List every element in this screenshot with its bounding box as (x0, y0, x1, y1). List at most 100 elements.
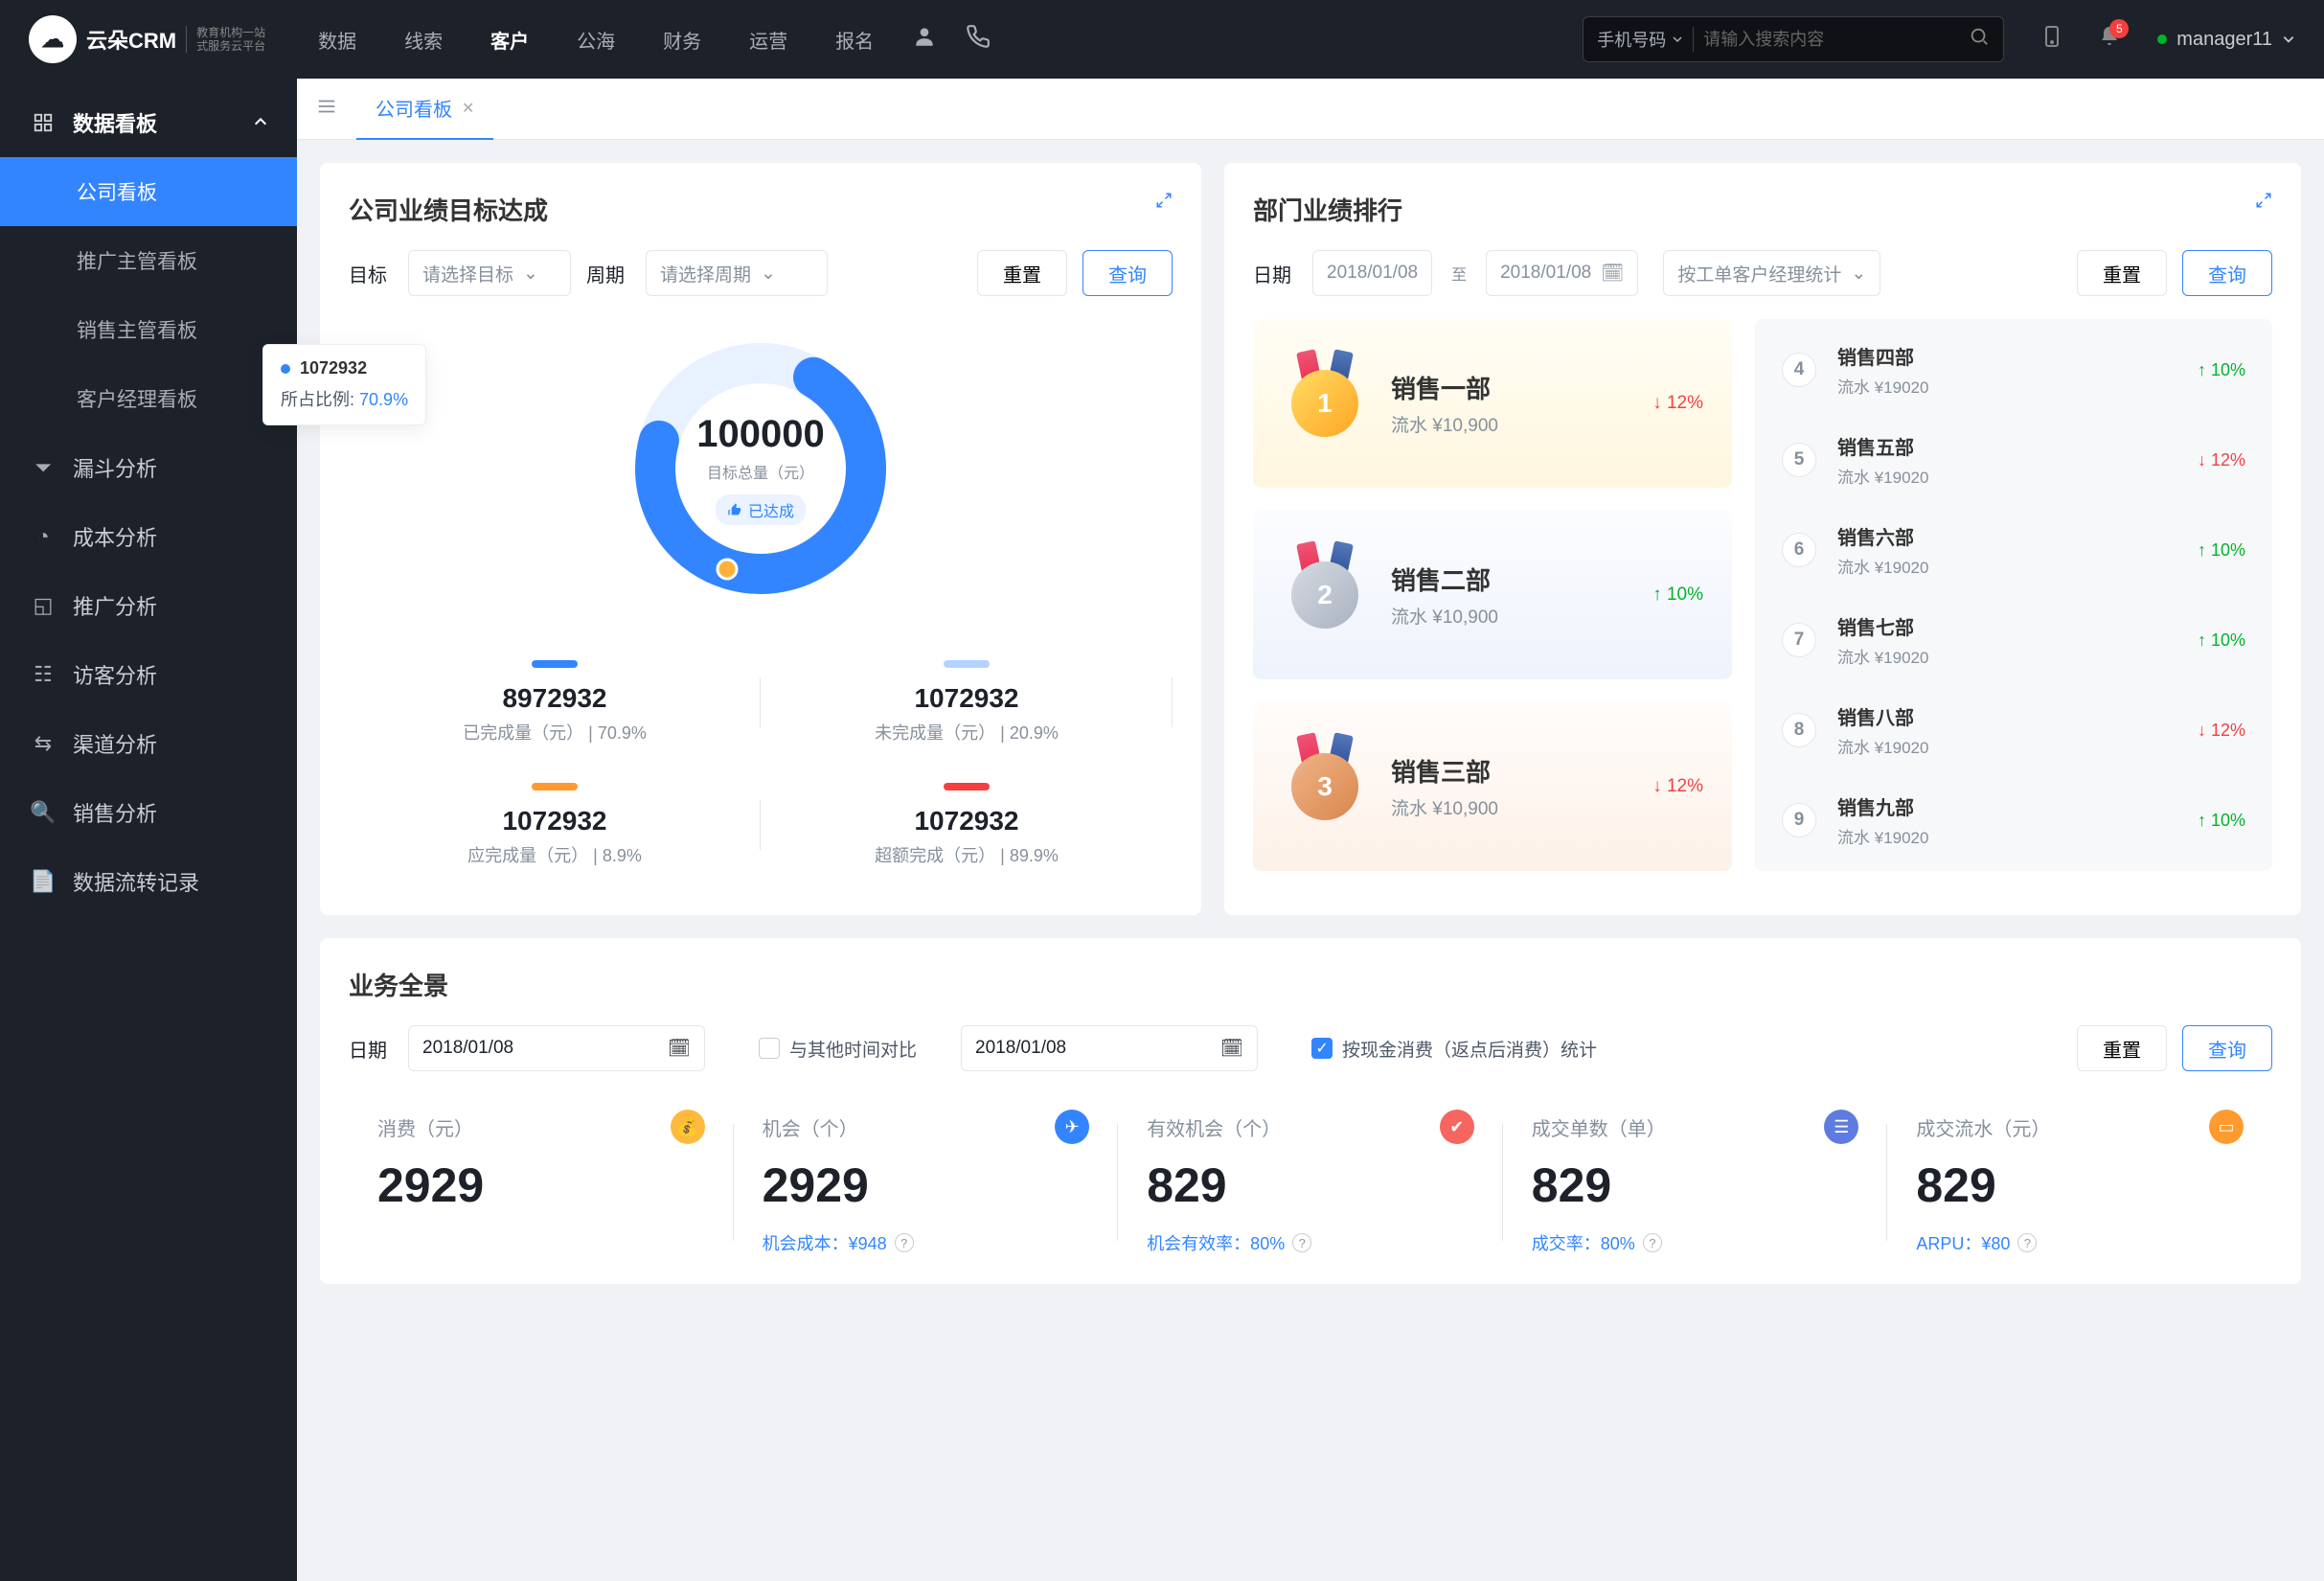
kpi-icon: ✈ (1055, 1110, 1089, 1144)
phone-icon[interactable] (966, 24, 991, 56)
trend-indicator: ↑ 10% (2198, 540, 2245, 561)
card-title: 公司业绩目标达成 (349, 192, 1173, 227)
kpi-item: 成交流水（元）▭829ARPU：¥80 ? (1887, 1110, 2272, 1255)
nav-客户[interactable]: 客户 (490, 0, 529, 79)
sidebar-item-推广主管看板[interactable]: 推广主管看板 (0, 226, 297, 295)
help-icon[interactable]: ? (895, 1233, 914, 1252)
medal-icon: 3 (1282, 744, 1368, 830)
rank-card-1[interactable]: 1销售一部流水 ¥10,900↓ 12% (1253, 319, 1732, 488)
label-target: 目标 (349, 260, 387, 287)
trend-indicator: ↓ 12% (1652, 776, 1703, 797)
expand-icon[interactable] (1155, 192, 1173, 214)
sidebar-item-漏斗分析[interactable]: ⏷漏斗分析 (0, 433, 297, 502)
rank-row[interactable]: 8销售八部流水 ¥19020↓ 12% (1755, 685, 2272, 775)
trend-indicator: ↑ 10% (1652, 584, 1703, 606)
sidebar-item-渠道分析[interactable]: ⇆渠道分析 (0, 709, 297, 778)
query-button[interactable]: 查询 (2182, 250, 2272, 296)
dashboard-icon (29, 112, 57, 133)
search-icon[interactable] (1969, 26, 1990, 53)
kpi-item: 机会（个）✈2929机会成本：¥948 ? (734, 1110, 1119, 1255)
sidebar-item-销售主管看板[interactable]: 销售主管看板 (0, 295, 297, 364)
period-select[interactable]: 请选择周期⌄ (646, 250, 828, 296)
calendar-icon: 🗓 (668, 1037, 691, 1060)
trend-indicator: ↑ 10% (2198, 811, 2245, 831)
sidebar-item-公司看板[interactable]: 公司看板 (0, 157, 297, 226)
mobile-icon[interactable] (2040, 25, 2063, 55)
trend-indicator: ↓ 12% (2198, 450, 2245, 470)
cash-checkbox[interactable]: ✓ (1311, 1038, 1333, 1059)
sidebar-item-成本分析[interactable]: ◔成本分析 (0, 502, 297, 571)
stat-item: 8972932已完成量（元） | 70.9% (349, 641, 761, 764)
compare-checkbox[interactable] (759, 1038, 780, 1059)
sidebar-icon: ⏷ (29, 455, 57, 480)
nav-运营[interactable]: 运营 (749, 0, 787, 79)
sidebar-group-dashboards[interactable]: 数据看板 (0, 88, 297, 157)
card-business-overview: 业务全景 日期 2018/01/08🗓 与其他时间对比 2018/01/08🗓 … (320, 938, 2301, 1284)
stat-item: 1072932应完成量（元） | 8.9% (349, 764, 761, 886)
rank-row[interactable]: 4销售四部流水 ¥19020↑ 10% (1755, 325, 2272, 415)
bell-icon[interactable]: 5 (2098, 25, 2121, 55)
nav-公海[interactable]: 公海 (577, 0, 615, 79)
kpi-item: 消费（元）💰2929 (349, 1110, 734, 1255)
date-to[interactable]: 2018/01/08🗓 (1486, 250, 1638, 296)
trend-indicator: ↓ 12% (2198, 721, 2245, 741)
sidebar-item-推广分析[interactable]: ◱推广分析 (0, 571, 297, 640)
sidebar-icon: 🔍 (29, 800, 57, 825)
card-dept-ranking: 部门业绩排行 日期 2018/01/08 至 2018/01/08🗓 按工单客户… (1224, 163, 2301, 915)
content-area: 公司看板 ✕ 公司业绩目标达成 目标 请选择目标⌄ 周期 请选择 (297, 79, 2324, 1581)
search-type-select[interactable]: 手机号码 (1597, 27, 1694, 52)
card-title: 业务全景 (349, 967, 2272, 1002)
status-dot (2157, 34, 2167, 44)
rank-row[interactable]: 6销售六部流水 ¥19020↑ 10% (1755, 505, 2272, 595)
rank-row[interactable]: 7销售七部流水 ¥19020↑ 10% (1755, 595, 2272, 685)
close-icon[interactable]: ✕ (462, 99, 474, 118)
rank-row[interactable]: 9销售九部流水 ¥19020↑ 10% (1755, 775, 2272, 865)
user-name: manager11 (2176, 29, 2272, 51)
logo[interactable]: ☁ 云朵CRM 教育机构一站式服务云平台 (29, 15, 265, 63)
nav-数据[interactable]: 数据 (318, 0, 356, 79)
sidebar-icon: 📄 (29, 869, 57, 894)
query-button[interactable]: 查询 (2182, 1025, 2272, 1071)
rank-row[interactable]: 5销售五部流水 ¥19020↓ 12% (1755, 415, 2272, 505)
tabs-bar: 公司看板 ✕ (297, 79, 2324, 140)
user-icon[interactable] (912, 24, 937, 56)
sidebar-item-访客分析[interactable]: ☷访客分析 (0, 640, 297, 709)
label-date: 日期 (349, 1035, 387, 1063)
card-company-goals: 公司业绩目标达成 目标 请选择目标⌄ 周期 请选择周期⌄ 重置 查询 (320, 163, 1201, 915)
date-input-compare[interactable]: 2018/01/08🗓 (961, 1025, 1258, 1071)
rank-card-3[interactable]: 3销售三部流水 ¥10,900↓ 12% (1253, 702, 1732, 871)
reset-button[interactable]: 重置 (2077, 250, 2167, 296)
user-menu[interactable]: manager11 (2157, 29, 2295, 51)
label-period: 周期 (586, 260, 625, 287)
query-button[interactable]: 查询 (1082, 250, 1173, 296)
brand-name: 云朵CRM (86, 24, 176, 55)
date-input[interactable]: 2018/01/08🗓 (408, 1025, 705, 1071)
chart-tooltip: 1072932 所占比例: 70.9% (262, 344, 426, 425)
sidebar-item-数据流转记录[interactable]: 📄数据流转记录 (0, 847, 297, 916)
tab-company-board[interactable]: 公司看板 ✕ (356, 79, 493, 140)
stat-by-select[interactable]: 按工单客户经理统计⌄ (1663, 250, 1880, 296)
nav-线索[interactable]: 线索 (404, 0, 443, 79)
notif-badge: 5 (2109, 19, 2129, 38)
expand-icon[interactable] (2255, 192, 2272, 214)
donut-label: 目标总量（元） (707, 460, 814, 483)
help-icon[interactable]: ? (2017, 1233, 2037, 1252)
sidebar-item-销售分析[interactable]: 🔍销售分析 (0, 778, 297, 847)
help-icon[interactable]: ? (1292, 1233, 1311, 1252)
nav-报名[interactable]: 报名 (835, 0, 874, 79)
search-input[interactable] (1694, 30, 1969, 50)
rank-card-2[interactable]: 2销售二部流水 ¥10,900↑ 10% (1253, 511, 1732, 679)
logo-icon: ☁ (29, 15, 77, 63)
help-icon[interactable]: ? (1643, 1233, 1662, 1252)
date-from[interactable]: 2018/01/08 (1312, 250, 1432, 296)
target-select[interactable]: 请选择目标⌄ (408, 250, 571, 296)
sidebar-icon: ◔ (29, 524, 57, 549)
nav-财务[interactable]: 财务 (663, 0, 701, 79)
stat-item: 1072932超额完成（元） | 89.9% (761, 764, 1173, 886)
sidebar-icon: ☷ (29, 662, 57, 687)
sidebar-item-客户经理看板[interactable]: 客户经理看板 (0, 364, 297, 433)
reset-button[interactable]: 重置 (977, 250, 1067, 296)
chevron-up-icon (253, 110, 268, 135)
collapse-sidebar-icon[interactable] (316, 96, 337, 122)
reset-button[interactable]: 重置 (2077, 1025, 2167, 1071)
